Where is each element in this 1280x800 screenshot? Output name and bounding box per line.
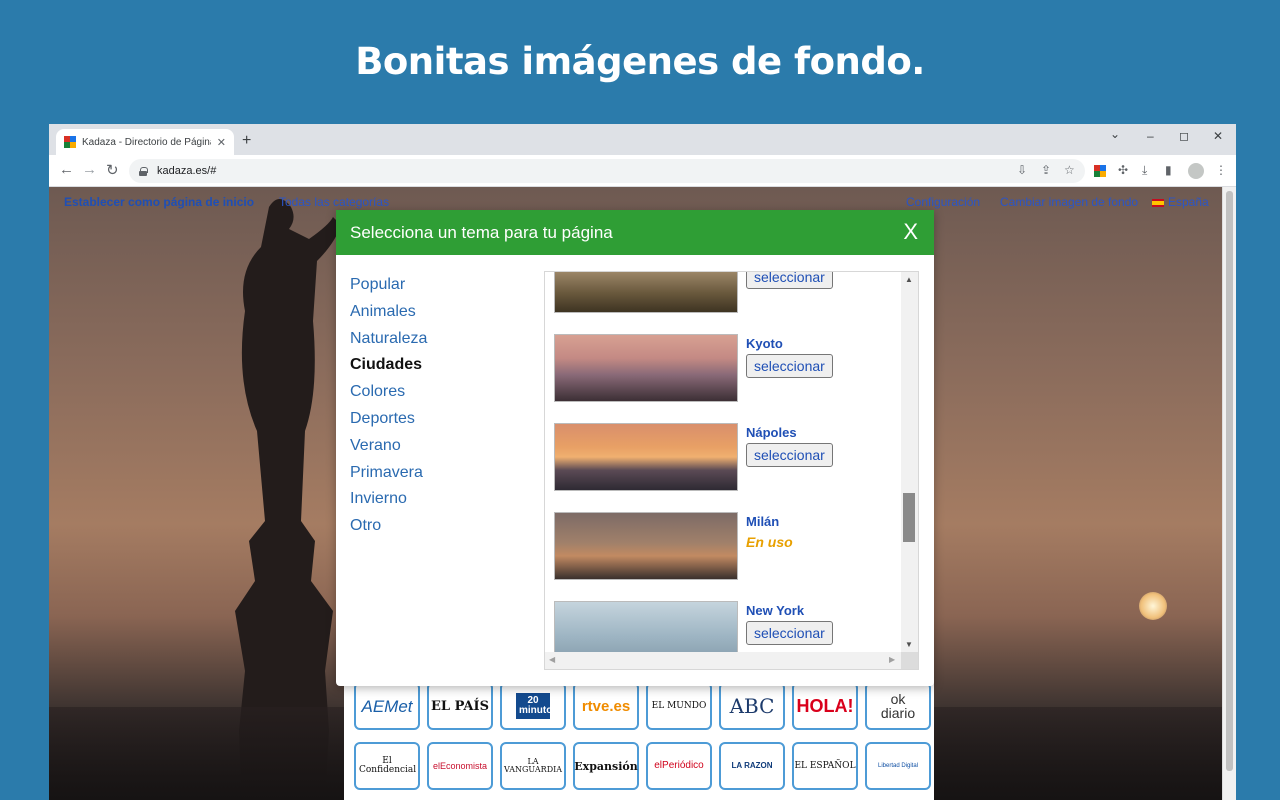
close-window-button[interactable]: ✕: [1213, 129, 1223, 143]
site-tile-lavanguardia[interactable]: LA VANGUARDIA: [500, 742, 566, 790]
site-tile-20minutos[interactable]: 20 minutos: [500, 682, 566, 730]
extensions-puzzle-icon[interactable]: ✣: [1118, 163, 1128, 177]
site-tile-rtve[interactable]: rtve.es: [573, 682, 639, 730]
browser-toolbar: ← → ↻ kadaza.es/# ⇩ ⇪ ☆ ✣ ⤓ ▮ ⋮: [49, 155, 1236, 187]
category-colores[interactable]: Colores: [350, 379, 427, 406]
scroll-right-arrow-icon[interactable]: ▶: [889, 655, 895, 664]
site-tile-abc[interactable]: ABC: [719, 682, 785, 730]
select-napoles-button[interactable]: seleccionar: [746, 443, 833, 467]
category-invierno[interactable]: Invierno: [350, 486, 427, 513]
site-logos-grid: AEMet EL PAÍS 20 minutos rtve.es EL MUND…: [344, 682, 934, 800]
page-viewport: Establecer como página de inicio Todas l…: [49, 187, 1236, 800]
theme-name: Kyoto: [746, 336, 783, 351]
menu-kebab-icon[interactable]: ⋮: [1215, 163, 1227, 177]
theme-thumbnail[interactable]: [554, 272, 738, 313]
forward-button[interactable]: →: [82, 161, 97, 178]
side-panel-icon[interactable]: ▮: [1165, 163, 1172, 177]
country-selector[interactable]: España: [1152, 195, 1209, 209]
site-tile-okdiario[interactable]: ok diario: [865, 682, 931, 730]
site-tile-hola[interactable]: HOLA!: [792, 682, 858, 730]
theme-item: seleccionar: [554, 272, 901, 315]
modal-title: Selecciona un tema para tu página: [350, 222, 613, 242]
spain-flag-icon: [1152, 199, 1164, 207]
site-tile-elpais[interactable]: EL PAÍS: [427, 682, 493, 730]
change-background-link[interactable]: Cambiar imagen de fondo: [1000, 195, 1138, 209]
kadaza-extension-icon[interactable]: [1094, 165, 1106, 177]
scrollbar-thumb[interactable]: [903, 493, 915, 542]
category-otro[interactable]: Otro: [350, 513, 427, 540]
kyoto-thumbnail[interactable]: [554, 334, 738, 402]
theme-item-newyork: New York seleccionar: [554, 601, 901, 654]
category-primavera[interactable]: Primavera: [350, 460, 427, 487]
profile-avatar[interactable]: [1188, 163, 1204, 179]
select-theme-button[interactable]: seleccionar: [746, 272, 833, 289]
in-use-status: En uso: [746, 534, 793, 550]
back-button[interactable]: ←: [59, 161, 74, 178]
newyork-thumbnail[interactable]: [554, 601, 738, 654]
milan-thumbnail[interactable]: [554, 512, 738, 580]
minimize-button[interactable]: –: [1147, 129, 1154, 143]
scroll-down-arrow-icon[interactable]: ▼: [905, 640, 913, 649]
tab-search-icon[interactable]: ⌄: [1110, 127, 1120, 141]
reload-button[interactable]: ↻: [106, 161, 119, 179]
background-sun: [1139, 592, 1167, 620]
downloads-icon[interactable]: ⤓: [1142, 163, 1147, 178]
category-popular[interactable]: Popular: [350, 272, 427, 299]
set-homepage-link[interactable]: Establecer como página de inicio: [64, 195, 254, 209]
tab-title: Kadaza - Directorio de Páginas W: [82, 136, 211, 148]
headline: Bonitas imágenes de fondo.: [355, 40, 925, 83]
lock-icon: [139, 166, 148, 176]
theme-list-panel[interactable]: seleccionar Kyoto seleccionar Nápoles se…: [544, 271, 919, 670]
theme-name: Nápoles: [746, 425, 797, 440]
scroll-up-arrow-icon[interactable]: ▲: [905, 275, 913, 284]
site-tile-expansion[interactable]: Expansión: [573, 742, 639, 790]
page-scrollbar[interactable]: [1222, 187, 1236, 800]
theme-item-kyoto: Kyoto seleccionar: [554, 334, 901, 404]
site-tile-eleconomista[interactable]: elEconomista: [427, 742, 493, 790]
category-ciudades[interactable]: Ciudades: [350, 352, 427, 379]
browser-window: Kadaza - Directorio de Páginas W ✕ + ⌄ –…: [49, 124, 1236, 800]
url-text: kadaza.es/#: [157, 165, 217, 177]
theme-item-milan: Milán En uso: [554, 512, 901, 582]
scroll-left-arrow-icon[interactable]: ◀: [549, 655, 555, 664]
category-list: Popular Animales Naturaleza Ciudades Col…: [350, 272, 427, 540]
theme-item-napoles: Nápoles seleccionar: [554, 423, 901, 493]
site-tile-elconfidencial[interactable]: El Confidencial: [354, 742, 420, 790]
category-naturaleza[interactable]: Naturaleza: [350, 326, 427, 353]
theme-name: Milán: [746, 514, 780, 529]
site-tile-elespanol[interactable]: EL ESPAÑOL: [792, 742, 858, 790]
scrollbar-corner: [901, 652, 918, 669]
share-icon[interactable]: ⇪: [1041, 163, 1051, 177]
site-tile-elperiodico[interactable]: elPeriódico: [646, 742, 712, 790]
select-kyoto-button[interactable]: seleccionar: [746, 354, 833, 378]
kadaza-favicon: [64, 136, 76, 148]
theme-selector-modal: Selecciona un tema para tu página X Popu…: [336, 210, 934, 686]
modal-header: Selecciona un tema para tu página: [336, 210, 934, 255]
category-deportes[interactable]: Deportes: [350, 406, 427, 433]
category-animales[interactable]: Animales: [350, 299, 427, 326]
modal-close-button[interactable]: X: [903, 219, 918, 245]
category-verano[interactable]: Verano: [350, 433, 427, 460]
site-tile-elmundo[interactable]: EL MUNDO: [646, 682, 712, 730]
browser-tab[interactable]: Kadaza - Directorio de Páginas W ✕: [56, 129, 234, 155]
maximize-button[interactable]: ◻: [1179, 129, 1189, 143]
bookmark-star-icon[interactable]: ☆: [1064, 163, 1075, 177]
site-tile-larazon[interactable]: LA RAZON: [719, 742, 785, 790]
tab-close-icon[interactable]: ✕: [217, 136, 226, 149]
new-tab-button[interactable]: +: [242, 132, 251, 150]
theme-list-vertical-scrollbar[interactable]: ▲ ▼: [901, 272, 918, 654]
site-tile-aemet[interactable]: AEMet: [354, 682, 420, 730]
install-icon[interactable]: ⇩: [1017, 163, 1027, 177]
napoles-thumbnail[interactable]: [554, 423, 738, 491]
all-categories-link[interactable]: Todas las categorías: [279, 195, 389, 209]
tab-strip: Kadaza - Directorio de Páginas W ✕ + ⌄ –…: [49, 124, 1236, 155]
theme-list-horizontal-scrollbar[interactable]: ◀ ▶: [545, 652, 901, 669]
site-tile-libertaddigital[interactable]: Libertad Digital: [865, 742, 931, 790]
select-newyork-button[interactable]: seleccionar: [746, 621, 833, 645]
address-bar[interactable]: kadaza.es/# ⇩ ⇪ ☆: [129, 159, 1085, 183]
theme-name: New York: [746, 603, 805, 618]
settings-link[interactable]: Configuración: [906, 195, 980, 209]
